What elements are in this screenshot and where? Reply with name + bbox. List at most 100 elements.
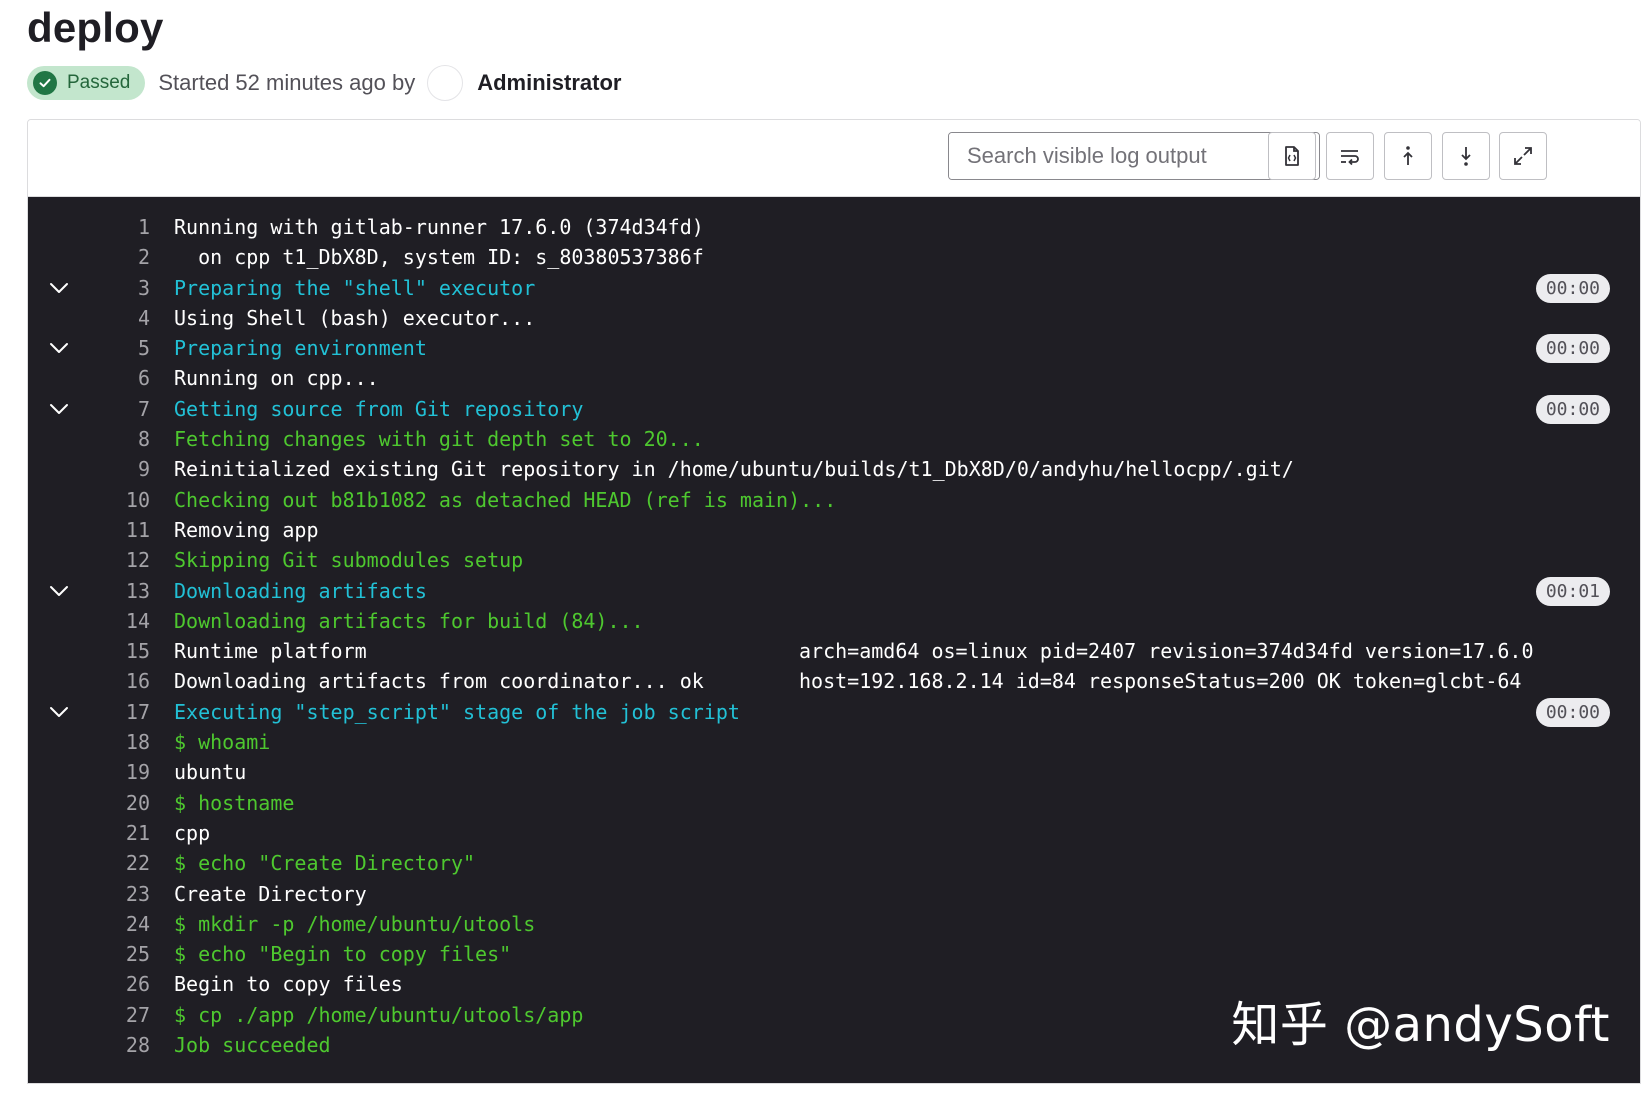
line-text: Preparing the "shell" executor: [174, 275, 536, 300]
line-number[interactable]: 3: [88, 273, 150, 303]
chevron-down-icon[interactable]: [46, 276, 72, 300]
line-text: Runtime platform: [174, 639, 367, 664]
line-number[interactable]: 5: [88, 333, 150, 363]
line-text: $ mkdir -p /home/ubuntu/utools: [174, 911, 536, 936]
log-search: [948, 132, 1320, 180]
line-number[interactable]: 23: [88, 879, 150, 909]
line-text-detail: host=192.168.2.14 id=84 responseStatus=2…: [799, 669, 1522, 694]
scroll-bottom-button[interactable]: [1442, 132, 1490, 180]
wrap-lines-button[interactable]: [1326, 132, 1374, 180]
wrap-lines-icon: [1341, 150, 1359, 166]
line-number[interactable]: 17: [88, 697, 150, 727]
status-label: Passed: [67, 72, 131, 93]
section-duration-badge: 00:00: [1535, 394, 1610, 424]
line-text: $ echo "Create Directory": [174, 851, 476, 876]
log-line: 1 Running with gitlab-runner 17.6.0 (374d…: [28, 212, 1640, 242]
line-number[interactable]: 21: [88, 818, 150, 848]
log-line: 16 Downloading artifacts from coordinator…: [28, 666, 1640, 696]
check-circle-icon: [33, 71, 57, 95]
job-log-panel: 1 Running with gitlab-runner 17.6.0 (374d…: [27, 119, 1641, 1084]
avatar[interactable]: [427, 65, 464, 101]
line-text: $ cp ./app /home/ubuntu/utools/app: [174, 1002, 584, 1027]
log-line: 2 on cpp t1_DbX8D, system ID: s_80380537…: [28, 242, 1640, 272]
log-section-header[interactable]: 5 Preparing environment 00:00: [28, 333, 1640, 364]
log-line: 6 Running on cpp...: [28, 363, 1640, 393]
line-number[interactable]: 13: [88, 576, 150, 606]
log-section-header[interactable]: 13 Downloading artifacts 00:01: [28, 576, 1640, 606]
chevron-down-icon[interactable]: [46, 336, 72, 360]
log-section-header[interactable]: 7 Getting source from Git repository 00:00: [28, 394, 1640, 424]
search-input[interactable]: [949, 133, 1273, 179]
section-duration-badge: 00:00: [1535, 273, 1610, 303]
log-section-header[interactable]: 17 Executing "step_script" stage of the j…: [28, 697, 1640, 727]
job-page: deploy Passed Started 52 minutes ago by …: [0, 0, 1651, 1098]
author-link[interactable]: Administrator: [477, 70, 621, 96]
line-number[interactable]: 10: [88, 485, 150, 515]
line-text: Preparing environment: [174, 336, 427, 361]
line-number[interactable]: 7: [88, 394, 150, 424]
line-text: Running with gitlab-runner 17.6.0 (374d3…: [174, 215, 704, 239]
scroll-bottom-icon: [1461, 147, 1471, 166]
line-number[interactable]: 8: [88, 424, 150, 454]
log-line: 15 Runtime platform arch=amd64 os=linux pi…: [28, 636, 1640, 666]
log-line: 14 Downloading artifacts for build (84)..…: [28, 606, 1640, 636]
line-text: Using Shell (bash) executor...: [174, 305, 536, 330]
log-line: 25 $ echo "Begin to copy files": [28, 939, 1640, 969]
page-title: deploy: [27, 4, 164, 51]
line-number[interactable]: 25: [88, 939, 150, 969]
log-line: 18 $ whoami: [28, 727, 1640, 757]
job-meta: Passed Started 52 minutes ago by Adminis…: [27, 65, 621, 101]
line-text: $ whoami: [174, 730, 271, 755]
line-text: Create Directory: [174, 881, 367, 906]
raw-log-button[interactable]: [1268, 132, 1316, 180]
line-number[interactable]: 20: [88, 788, 150, 818]
section-duration-badge: 00:01: [1535, 576, 1610, 606]
line-text: Fetching changes with git depth set to 2…: [174, 427, 704, 452]
line-number[interactable]: 19: [88, 757, 150, 787]
scroll-top-button[interactable]: [1384, 132, 1432, 180]
line-number[interactable]: 2: [88, 242, 150, 272]
line-number[interactable]: 11: [88, 515, 150, 545]
watermark: 知乎 @andySoft: [1231, 997, 1610, 1053]
section-duration-badge: 00:00: [1535, 697, 1610, 727]
line-text: Reinitialized existing Git repository in…: [174, 457, 1294, 482]
line-text: on cpp t1_DbX8D, system ID: s_8038053738…: [174, 245, 704, 270]
line-number[interactable]: 15: [88, 636, 150, 666]
line-text: cpp: [174, 820, 211, 845]
fullscreen-button[interactable]: [1499, 132, 1547, 180]
line-number[interactable]: 24: [88, 909, 150, 939]
log-line: 23 Create Directory: [28, 879, 1640, 909]
log-line: 24 $ mkdir -p /home/ubuntu/utools: [28, 909, 1640, 939]
log-line: 12 Skipping Git submodules setup: [28, 545, 1640, 575]
line-number[interactable]: 22: [88, 848, 150, 878]
fullscreen-icon: [1514, 147, 1532, 165]
line-number[interactable]: 26: [88, 969, 150, 999]
line-number[interactable]: 9: [88, 454, 150, 484]
line-text: Checking out b81b1082 as detached HEAD (…: [174, 487, 837, 512]
line-text: Downloading artifacts for build (84)...: [174, 608, 644, 633]
line-number[interactable]: 12: [88, 545, 150, 575]
line-text: $ hostname: [174, 790, 295, 815]
line-number[interactable]: 14: [88, 606, 150, 636]
line-text: Downloading artifacts: [174, 578, 427, 603]
chevron-down-icon[interactable]: [46, 397, 72, 421]
line-number[interactable]: 16: [88, 666, 150, 696]
chevron-down-icon[interactable]: [46, 700, 72, 724]
log-section-header[interactable]: 3 Preparing the "shell" executor 00:00: [28, 273, 1640, 303]
line-number[interactable]: 6: [88, 363, 150, 393]
chevron-down-icon[interactable]: [46, 579, 72, 603]
log-lines: 1 Running with gitlab-runner 17.6.0 (374d…: [28, 212, 1640, 1060]
line-text: Getting source from Git repository: [174, 396, 584, 421]
log-line: 20 $ hostname: [28, 788, 1640, 818]
line-number[interactable]: 18: [88, 727, 150, 757]
line-number[interactable]: 27: [88, 1000, 150, 1030]
log-line: 21 cpp: [28, 818, 1640, 848]
status-badge[interactable]: Passed: [27, 66, 146, 100]
scroll-top-icon: [1403, 146, 1413, 165]
line-number[interactable]: 28: [88, 1030, 150, 1060]
line-text: ubuntu: [174, 760, 247, 785]
line-number[interactable]: 4: [88, 303, 150, 333]
line-text: Removing app: [174, 517, 319, 542]
log-line: 9 Reinitialized existing Git repository i…: [28, 454, 1640, 484]
line-number[interactable]: 1: [88, 212, 150, 242]
